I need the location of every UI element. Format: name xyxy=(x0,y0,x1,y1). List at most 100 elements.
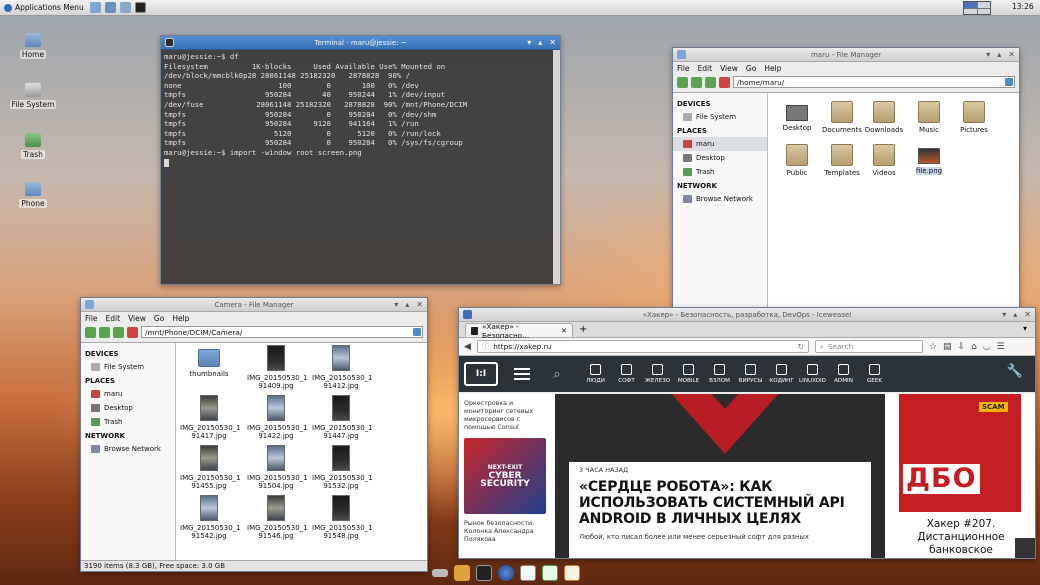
image-file-item[interactable]: IMG_20150530_1 91422.jpg xyxy=(247,395,308,440)
location-input[interactable]: /home/maru/ xyxy=(733,76,1015,88)
url-bar[interactable]: ⓘ https://xakep.ru ↻ xyxy=(476,340,809,353)
terminal-launcher-icon[interactable] xyxy=(134,2,146,13)
browser-titlebar[interactable]: «Хакер» - Безопасность, разработка, DevO… xyxy=(459,308,1035,322)
presentation-icon[interactable] xyxy=(564,564,580,581)
tab-list-icon[interactable]: ▾ xyxy=(1023,324,1027,333)
menu-help[interactable]: Help xyxy=(764,64,781,73)
back-arrow-icon[interactable] xyxy=(677,76,688,88)
site-menu-icon[interactable] xyxy=(508,356,536,392)
up-arrow-icon[interactable] xyxy=(113,326,124,338)
file-item[interactable]: file.png xyxy=(900,144,958,175)
category-9[interactable]: GEEK xyxy=(859,364,890,384)
back-arrow-icon[interactable] xyxy=(85,326,96,338)
category-0[interactable]: ЛЮДИ xyxy=(580,364,611,384)
workspace-1[interactable] xyxy=(964,2,977,8)
workspace-2[interactable] xyxy=(977,2,990,8)
menu-file[interactable]: File xyxy=(677,64,690,73)
cyber-security-ad[interactable]: NEXT-EXIT CYBER SECURITY xyxy=(464,438,546,514)
workspace-3[interactable] xyxy=(964,8,977,14)
notes-icon[interactable] xyxy=(454,564,470,581)
sidebar-item-file-system[interactable]: File System xyxy=(81,360,175,374)
reader-icon[interactable]: ▤ xyxy=(943,342,952,352)
document-icon[interactable] xyxy=(520,564,536,581)
home-icon[interactable] xyxy=(127,326,138,338)
bookmark-star-icon[interactable]: ☆ xyxy=(929,342,937,352)
home-icon[interactable] xyxy=(719,76,730,88)
category-7[interactable]: LINUXOID xyxy=(797,364,828,384)
menu-edit[interactable]: Edit xyxy=(698,64,713,73)
download-icon[interactable]: ⇩ xyxy=(958,342,966,352)
close-icon[interactable]: ✕ xyxy=(1008,50,1015,59)
sidebar-item-desktop[interactable]: Desktop xyxy=(673,151,767,165)
terminal-icon[interactable] xyxy=(476,564,492,581)
home-launcher-icon[interactable] xyxy=(119,2,131,13)
image-file-item[interactable]: IMG_20150530_1 91548.jpg xyxy=(312,495,373,540)
sidebar-item-trash[interactable]: Trash xyxy=(673,165,767,179)
applications-menu-button[interactable]: Applications Menu xyxy=(0,0,88,16)
reload-icon[interactable]: ↻ xyxy=(798,342,804,351)
file-item[interactable]: Pictures xyxy=(945,101,1003,134)
desktop-icon-phone[interactable]: Phone xyxy=(8,182,58,208)
scroll-to-top-button[interactable] xyxy=(1015,538,1035,558)
magazine-cover[interactable]: SCAM ДБО xyxy=(899,394,1021,512)
image-file-item[interactable]: IMG_20150530_1 91455.jpg xyxy=(180,445,241,490)
desktop-icon-home[interactable]: Home xyxy=(8,33,58,59)
category-3[interactable]: MOBILE xyxy=(673,364,704,384)
close-tab-icon[interactable]: ✕ xyxy=(561,326,567,335)
new-tab-icon[interactable]: + xyxy=(579,324,587,335)
drive-icon[interactable] xyxy=(432,568,448,577)
minimize-icon[interactable]: ▾ xyxy=(527,38,531,47)
left-article-link[interactable]: Оркестровка и мониторинг сетевых микросе… xyxy=(464,400,546,432)
image-file-item[interactable]: IMG_20150530_1 91412.jpg xyxy=(312,345,373,390)
sidebar-item-browse-network[interactable]: Browse Network xyxy=(673,192,767,206)
tab-xakep[interactable]: «Хакер» - Безопасно... ✕ xyxy=(465,322,573,340)
maximize-icon[interactable]: ▴ xyxy=(538,38,542,47)
sidebar-item-maru[interactable]: maru xyxy=(81,387,175,401)
image-file-item[interactable]: IMG_20150530_1 91504.jpg xyxy=(247,445,308,490)
info-icon[interactable]: ⓘ xyxy=(482,342,489,352)
article-card[interactable]: 3 ЧАСА НАЗАД «СЕРДЦЕ РОБОТА»: КАК ИСПОЛЬ… xyxy=(569,462,871,558)
terminal-scrollbar[interactable] xyxy=(553,50,560,284)
desktop-icon-file-system[interactable]: File System xyxy=(8,83,58,109)
forward-arrow-icon[interactable] xyxy=(99,326,110,338)
sidebar-item-file-system[interactable]: File System xyxy=(673,110,767,124)
article-headline[interactable]: «СЕРДЦЕ РОБОТА»: КАК ИСПОЛЬЗОВАТЬ СИСТЕМ… xyxy=(579,479,861,527)
sidebar-item-maru[interactable]: maru xyxy=(673,137,767,151)
browser-window[interactable]: «Хакер» - Безопасность, разработка, DevO… xyxy=(458,307,1036,559)
sidebar-item-trash[interactable]: Trash xyxy=(81,415,175,429)
workspace-4[interactable] xyxy=(977,8,990,14)
menu-go[interactable]: Go xyxy=(746,64,756,73)
back-icon[interactable]: ◀ xyxy=(464,342,471,352)
magazine-issue-title[interactable]: Хакер #207. Дистанционное банковское xyxy=(905,518,1017,557)
folder-item[interactable]: thumbnails xyxy=(180,345,238,378)
category-1[interactable]: СОФТ xyxy=(611,364,642,384)
up-arrow-icon[interactable] xyxy=(705,76,716,88)
hamburger-menu-icon[interactable]: ☰ xyxy=(997,342,1005,352)
forward-arrow-icon[interactable] xyxy=(691,76,702,88)
site-search-icon[interactable]: ⌕ xyxy=(546,363,568,385)
menu-go[interactable]: Go xyxy=(154,314,164,323)
camera-file-manager-window[interactable]: Camera - File Manager ▾ ▴ ✕ File Edit View… xyxy=(80,297,428,572)
home-icon[interactable]: ⌂ xyxy=(971,342,977,352)
minimize-icon[interactable]: ▾ xyxy=(1002,310,1006,319)
category-5[interactable]: ВИРУСЫ xyxy=(735,364,766,384)
desktop-icon-trash[interactable]: Trash xyxy=(8,133,58,159)
browser-icon[interactable] xyxy=(498,564,514,581)
location-input[interactable]: /mnt/Phone/DCIM/Camera/ xyxy=(141,326,423,338)
refresh-icon[interactable] xyxy=(413,328,421,336)
maximize-icon[interactable]: ▴ xyxy=(405,300,409,309)
spreadsheet-icon[interactable] xyxy=(542,564,558,581)
pocket-icon[interactable]: ◡ xyxy=(983,342,991,352)
workspace-switcher[interactable] xyxy=(963,1,991,15)
clock[interactable]: 13:26 xyxy=(1012,2,1034,11)
xakep-logo[interactable]: I:I xyxy=(464,362,498,386)
image-file-item[interactable]: IMG_20150530_1 91546.jpg xyxy=(247,495,308,540)
menu-help[interactable]: Help xyxy=(172,314,189,323)
maximize-icon[interactable]: ▴ xyxy=(1013,310,1017,319)
sidebar-item-browse-network[interactable]: Browse Network xyxy=(81,442,175,456)
sidebar-item-desktop[interactable]: Desktop xyxy=(81,401,175,415)
category-6[interactable]: КОДИНГ xyxy=(766,364,797,384)
close-icon[interactable]: ✕ xyxy=(1024,310,1031,319)
minimize-icon[interactable]: ▾ xyxy=(986,50,990,59)
refresh-icon[interactable] xyxy=(1005,78,1013,86)
